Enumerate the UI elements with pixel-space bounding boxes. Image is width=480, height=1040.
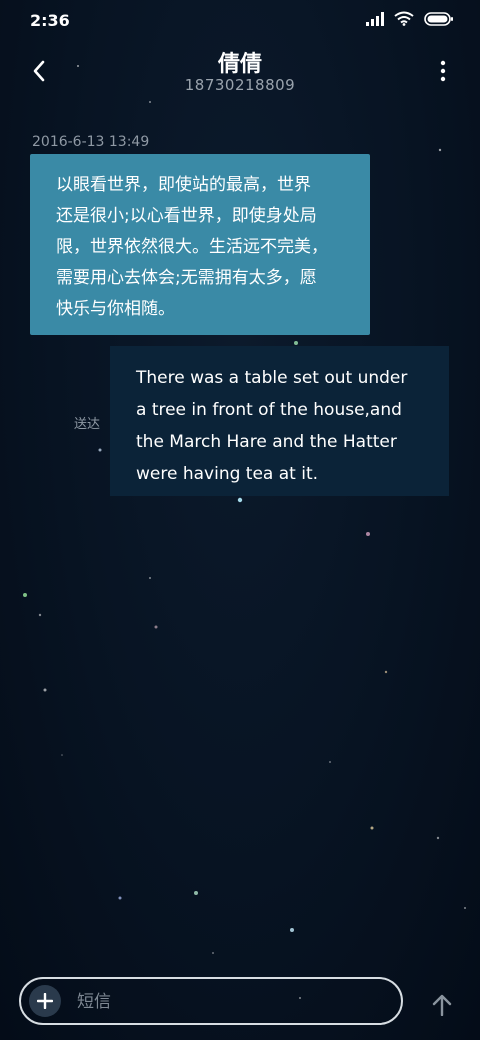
message-line: were having tea at it. (136, 464, 319, 484)
message-timestamp: 2016-6-13 13:49 (32, 134, 150, 150)
status-bar: 2:36 (0, 0, 480, 40)
message-line: 还是很小;以心看世界，即使身处局 (56, 206, 317, 226)
message-line: There was a table set out under (136, 368, 408, 388)
more-options-button[interactable] (428, 54, 458, 88)
message-line: the March Hare and the Hatter (136, 432, 397, 452)
message-line: 以眼看世界，即使站的最高，世界 (56, 175, 311, 195)
send-button[interactable] (426, 988, 458, 1022)
message-line: 需要用心去体会;无需拥有太多，愿 (56, 268, 317, 288)
conversation-header: 倩倩 18730218809 (0, 40, 480, 110)
delivery-status: 送达 (74, 417, 101, 432)
message-line: a tree in front of the house,and (136, 400, 402, 420)
message-composer (19, 977, 403, 1025)
message-input[interactable] (75, 986, 379, 1018)
status-time: 2:36 (30, 11, 70, 30)
wifi-icon (394, 11, 414, 26)
contact-number: 18730218809 (184, 76, 296, 94)
message-line: 快乐与你相随。 (56, 299, 175, 319)
add-attachment-button[interactable] (29, 985, 61, 1017)
signal-icon (366, 11, 384, 26)
more-vertical-icon (440, 60, 446, 82)
message-line: 限，世界依然很大。生活远不完美， (56, 237, 328, 257)
incoming-message-bubble[interactable]: 以眼看世界，即使站的最高，世界 还是很小;以心看世界，即使身处局 限，世界依然很… (30, 154, 370, 335)
battery-icon (424, 11, 453, 26)
arrow-up-icon (432, 994, 452, 1016)
contact-name: 倩倩 (217, 52, 262, 77)
outgoing-message-bubble[interactable]: There was a table set out under a tree i… (110, 346, 449, 496)
plus-icon (37, 993, 53, 1009)
